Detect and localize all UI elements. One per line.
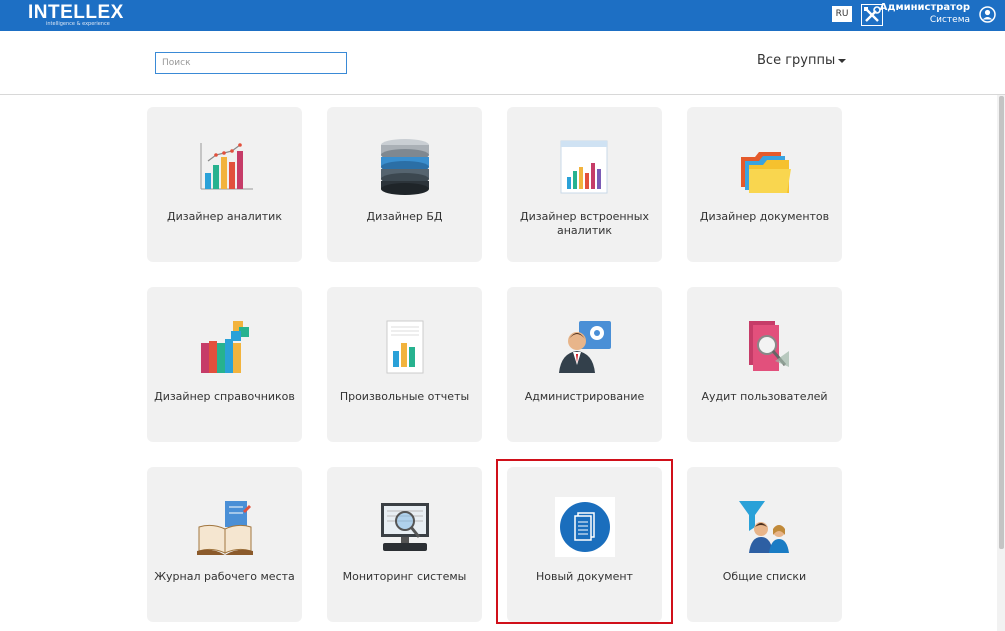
- tile-label: Общие списки: [722, 570, 807, 583]
- top-bar: INTELLEX intelligence & experience RU Ад…: [0, 0, 1005, 31]
- scrollbar-thumb[interactable]: [999, 96, 1004, 549]
- tile-analytics-designer[interactable]: Дизайнер аналитик: [147, 107, 302, 262]
- tile-shared-lists[interactable]: Общие списки: [687, 467, 842, 622]
- groups-dropdown[interactable]: Все группы: [757, 53, 847, 68]
- user-role: Система: [929, 15, 970, 25]
- tile-embedded-analytics-designer[interactable]: Дизайнер встроенных аналитик: [507, 107, 662, 262]
- tile-db-designer[interactable]: Дизайнер БД: [327, 107, 482, 262]
- books-icon: [200, 321, 249, 373]
- tile-label: Мониторинг системы: [342, 570, 467, 583]
- monitoring-icon: [380, 503, 429, 551]
- shared-lists-icon: [738, 501, 789, 553]
- bar-chart-icon: [200, 143, 253, 190]
- tile-workplace-journal[interactable]: Журнал рабочего места: [147, 467, 302, 622]
- groups-label: Все группы: [757, 53, 836, 68]
- selection-highlight: [496, 459, 673, 624]
- tile-label: Аудит пользователей: [701, 390, 828, 403]
- tile-administration[interactable]: Администрирование: [507, 287, 662, 442]
- tile-label: Дизайнер документов: [699, 210, 830, 223]
- tile-label: Дизайнер справочников: [154, 390, 295, 403]
- tile-user-audit[interactable]: Аудит пользователей: [687, 287, 842, 442]
- report-icon: [386, 320, 423, 374]
- embedded-chart-icon: [560, 140, 607, 194]
- chevron-down-icon: [838, 58, 847, 63]
- logo-tagline: intelligence & experience: [46, 21, 110, 27]
- search-input[interactable]: [155, 52, 347, 74]
- folders-icon: [740, 152, 791, 193]
- toolbar: [0, 31, 1005, 95]
- tile-label: Администрирование: [524, 390, 645, 403]
- intellex-logo[interactable]: INTELLEX intelligence & experience: [28, 2, 124, 28]
- user-account-icon[interactable]: [979, 6, 996, 23]
- tile-label: Журнал рабочего места: [154, 570, 295, 583]
- tile-reference-designer[interactable]: Дизайнер справочников: [147, 287, 302, 442]
- language-switch[interactable]: RU: [832, 6, 852, 22]
- tile-documents-designer[interactable]: Дизайнер документов: [687, 107, 842, 262]
- tile-system-monitoring[interactable]: Мониторинг системы: [327, 467, 482, 622]
- tile-label: Дизайнер встроенных аналитик: [520, 210, 649, 237]
- audit-book-icon: [748, 321, 789, 371]
- user-name[interactable]: Администратор: [880, 2, 970, 13]
- tile-label: Дизайнер БД: [366, 210, 443, 223]
- tile-label: Произвольные отчеты: [339, 390, 470, 403]
- admin-user-gear-icon: [558, 321, 611, 373]
- journal-icon: [196, 501, 253, 555]
- logo-text: INTELLEX: [28, 2, 124, 23]
- tile-label: Дизайнер аналитик: [167, 210, 282, 223]
- tile-custom-reports[interactable]: Произвольные отчеты: [327, 287, 482, 442]
- database-icon: [380, 139, 429, 195]
